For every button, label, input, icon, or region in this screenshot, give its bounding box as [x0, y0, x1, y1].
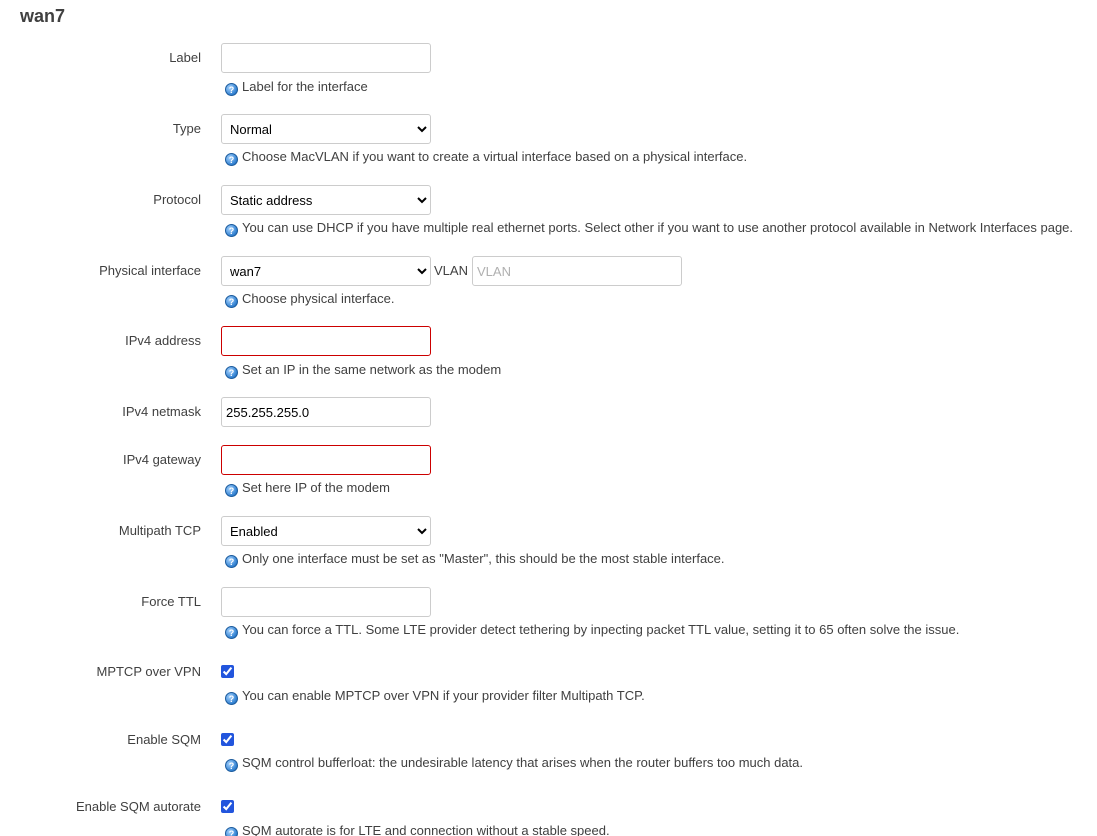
protocol-field-label: Protocol: [153, 192, 201, 207]
force-ttl-input[interactable]: [221, 587, 431, 617]
ipv4-gateway-input[interactable]: [221, 445, 431, 475]
force-ttl-help: ? You can force a TTL. Some LTE provider …: [225, 622, 959, 639]
mptcp-vpn-field-label: MPTCP over VPN: [96, 664, 201, 679]
label-help: ? Label for the interface: [225, 79, 368, 96]
enable-sqm-checkbox[interactable]: [221, 733, 234, 746]
physical-interface-select[interactable]: wan7: [221, 256, 431, 286]
label-input[interactable]: [221, 43, 431, 73]
vlan-label: VLAN: [434, 263, 468, 278]
type-help: ? Choose MacVLAN if you want to create a …: [225, 149, 747, 166]
physical-interface-field-label: Physical interface: [99, 263, 201, 278]
help-question-icon: ?: [225, 366, 238, 379]
help-question-icon: ?: [225, 83, 238, 96]
force-ttl-field-label: Force TTL: [141, 594, 201, 609]
help-question-icon: ?: [225, 484, 238, 497]
ipv4-address-help: ? Set an IP in the same network as the mo…: [225, 362, 501, 379]
protocol-select[interactable]: Static address: [221, 185, 431, 215]
physical-interface-help: ? Choose physical interface.: [225, 291, 394, 308]
enable-sqm-autorate-help: ? SQM autorate is for LTE and connection …: [225, 823, 610, 836]
ipv4-netmask-input[interactable]: [221, 397, 431, 427]
type-select[interactable]: Normal: [221, 114, 431, 144]
section-title: wan7: [20, 6, 66, 26]
multipath-tcp-select[interactable]: Enabled: [221, 516, 431, 546]
help-question-icon: ?: [225, 827, 238, 836]
ipv4-gateway-help: ? Set here IP of the modem: [225, 480, 390, 497]
type-field-label: Type: [172, 121, 201, 136]
help-question-icon: ?: [225, 295, 238, 308]
help-question-icon: ?: [225, 555, 238, 568]
multipath-tcp-field-label: Multipath TCP: [118, 523, 201, 538]
multipath-tcp-help: ? Only one interface must be set as "Mast…: [225, 551, 725, 568]
interface-config-page: wan7 Label ? Label for the interface Type…: [0, 0, 1097, 836]
ipv4-address-input[interactable]: [221, 326, 431, 356]
help-question-icon: ?: [225, 153, 238, 166]
help-question-icon: ?: [225, 224, 238, 237]
enable-sqm-autorate-checkbox[interactable]: [221, 800, 234, 813]
vlan-input[interactable]: [472, 256, 682, 286]
ipv4-gateway-field-label: IPv4 gateway: [122, 452, 201, 467]
enable-sqm-autorate-field-label: Enable SQM autorate: [75, 799, 201, 814]
help-question-icon: ?: [225, 759, 238, 772]
ipv4-address-field-label: IPv4 address: [125, 333, 201, 348]
mptcp-vpn-checkbox[interactable]: [221, 665, 234, 678]
enable-sqm-help: ? SQM control bufferloat: the undesirable…: [225, 755, 803, 772]
ipv4-netmask-field-label: IPv4 netmask: [122, 404, 201, 419]
help-question-icon: ?: [225, 692, 238, 705]
label-field-label: Label: [169, 50, 201, 65]
enable-sqm-field-label: Enable SQM: [127, 732, 201, 747]
protocol-help: ? You can use DHCP if you have multiple r…: [225, 220, 1073, 237]
help-question-icon: ?: [225, 626, 238, 639]
mptcp-vpn-help: ? You can enable MPTCP over VPN if your p…: [225, 688, 645, 705]
